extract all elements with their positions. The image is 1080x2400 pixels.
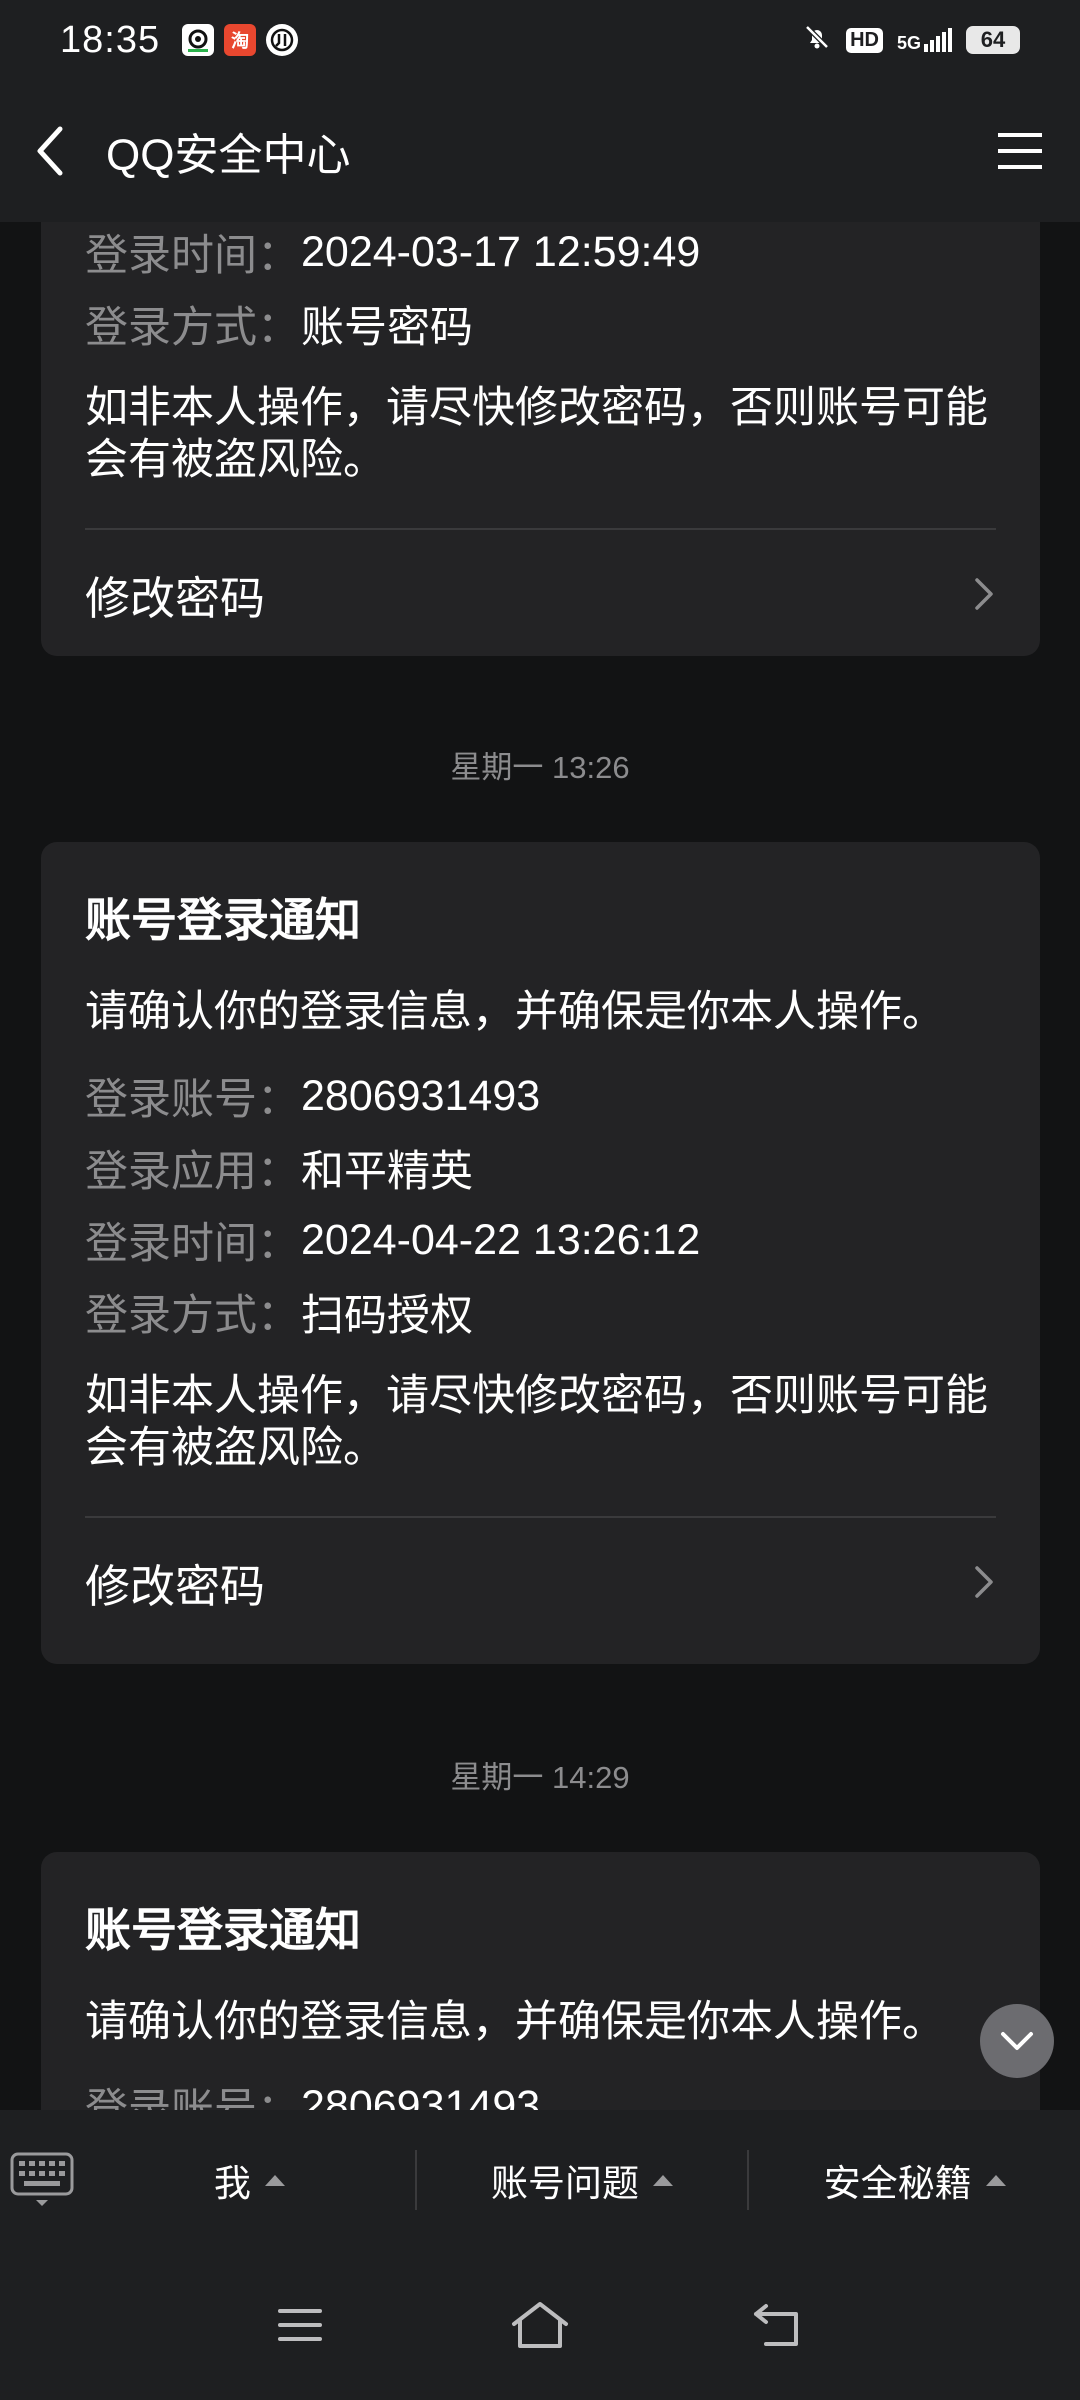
mute-bell-icon — [802, 22, 832, 58]
info-value: 和平精英 — [301, 1148, 473, 1196]
info-label: 登录方式： — [85, 1292, 300, 1340]
card-intro: 请确认你的登录信息，并确保是你本人操作。 — [85, 1998, 945, 2046]
more-menu-button[interactable] — [960, 80, 1080, 222]
status-time: 18:35 — [60, 18, 161, 61]
scroll-down-button[interactable] — [980, 2004, 1054, 2078]
change-password-link[interactable]: 修改密码 — [85, 530, 996, 658]
info-label: 登录应用： — [85, 1148, 300, 1196]
status-bar: 18:35 淘 HD 5G 64 — [0, 0, 1080, 80]
change-password-label: 修改密码 — [85, 572, 266, 624]
system-nav-bar — [0, 2250, 1080, 2400]
login-notice-card: 登录时间： 2024-03-17 12:59:49 登录方式： 账号密码 如非本… — [41, 222, 1040, 656]
home-icon — [512, 2302, 568, 2348]
bottom-menu: 我 账号问题 安全秘籍 — [0, 2110, 1080, 2250]
battery-indicator: 64 — [966, 26, 1020, 54]
timestamp: 星期一 14:29 — [450, 1760, 630, 1795]
back-nav-button[interactable] — [660, 2270, 900, 2380]
change-password-label: 修改密码 — [85, 1560, 266, 1612]
caret-up-icon — [264, 2174, 285, 2186]
hd-badge: HD — [846, 27, 883, 53]
caret-up-icon — [653, 2174, 673, 2186]
card-intro: 请确认你的登录信息，并确保是你本人操作。 — [85, 988, 945, 1036]
app-header: QQ安全中心 — [0, 80, 1080, 222]
info-row: 登录时间： 2024-04-22 13:26:12 — [85, 1204, 996, 1276]
status-app-icons: 淘 — [182, 24, 299, 56]
signal-icon: 5G — [897, 28, 952, 52]
menu-tab-label: 账号问题 — [491, 2163, 639, 2204]
network-label: 5G — [896, 33, 921, 53]
card-title: 账号登录通知 — [85, 1904, 361, 1956]
status-right-icons: HD 5G 64 — [802, 22, 1020, 58]
chevron-right-icon — [975, 1566, 993, 1598]
warning-text: 如非本人操作，请尽快修改密码，否则账号可能会有被盗风险。 — [85, 384, 988, 484]
menu-lines-icon — [278, 2309, 322, 2341]
info-label: 登录账号： — [85, 1076, 300, 1124]
info-row: 登录账号： 2806931493 — [85, 2070, 996, 2111]
menu-tab-label: 我 — [213, 2163, 251, 2204]
info-label: 登录时间： — [85, 232, 300, 280]
info-row: 登录方式： 账号密码 — [85, 288, 996, 360]
keyboard-toggle-button[interactable] — [0, 2110, 84, 2250]
card-title: 账号登录通知 — [85, 894, 361, 946]
info-row: 登录方式： 扫码授权 — [85, 1276, 996, 1348]
login-notice-card: 账号登录通知 请确认你的登录信息，并确保是你本人操作。 登录账号： 280693… — [41, 842, 1040, 1664]
info-label: 登录账号： — [85, 2086, 300, 2110]
home-button[interactable] — [420, 2270, 660, 2380]
taobao-icon: 淘 — [224, 24, 257, 56]
info-label: 登录方式： — [85, 304, 300, 352]
info-value: 扫码授权 — [301, 1292, 473, 1340]
info-row: 登录账号： 2806931493 — [85, 1060, 996, 1132]
info-label: 登录时间： — [85, 1220, 300, 1268]
menu-tab-security-tips[interactable]: 安全秘籍 — [749, 2130, 1080, 2230]
info-row: 登录时间： 2024-03-17 12:59:49 — [85, 222, 996, 288]
chevron-left-icon — [37, 126, 63, 176]
info-value: 2806931493 — [301, 2081, 541, 2111]
change-password-link[interactable]: 修改密码 — [85, 1518, 996, 1646]
caret-up-icon — [985, 2174, 1006, 2186]
menu-tab-me[interactable]: 我 — [84, 2130, 415, 2230]
recent-apps-button[interactable] — [180, 2270, 420, 2380]
timestamp: 星期一 13:26 — [450, 750, 630, 785]
info-value: 2024-04-22 13:26:12 — [301, 1215, 701, 1264]
menu-tab-label: 安全秘籍 — [823, 2163, 972, 2204]
chevron-right-icon — [975, 578, 993, 610]
info-row: 登录应用： 和平精英 — [85, 1132, 996, 1204]
back-button[interactable] — [0, 80, 100, 222]
unicom-icon — [266, 24, 299, 56]
menu-tab-account-issues[interactable]: 账号问题 — [417, 2130, 748, 2230]
info-value: 2806931493 — [301, 1071, 541, 1120]
chevron-down-icon — [1001, 2032, 1033, 2050]
back-arrow-icon — [754, 2304, 798, 2346]
info-value: 账号密码 — [301, 304, 473, 352]
info-value: 2024-03-17 12:59:49 — [301, 227, 701, 276]
login-notice-card: 账号登录通知 请确认你的登录信息，并确保是你本人操作。 登录账号： 280693… — [41, 1852, 1040, 2110]
page-title: QQ安全中心 — [106, 131, 351, 180]
hamburger-icon — [998, 133, 1042, 169]
notification-app-icon — [182, 24, 215, 56]
warning-text: 如非本人操作，请尽快修改密码，否则账号可能会有被盗风险。 — [85, 1372, 988, 1472]
message-list[interactable]: 登录时间： 2024-03-17 12:59:49 登录方式： 账号密码 如非本… — [0, 222, 1080, 2110]
keyboard-icon — [10, 2152, 74, 2206]
